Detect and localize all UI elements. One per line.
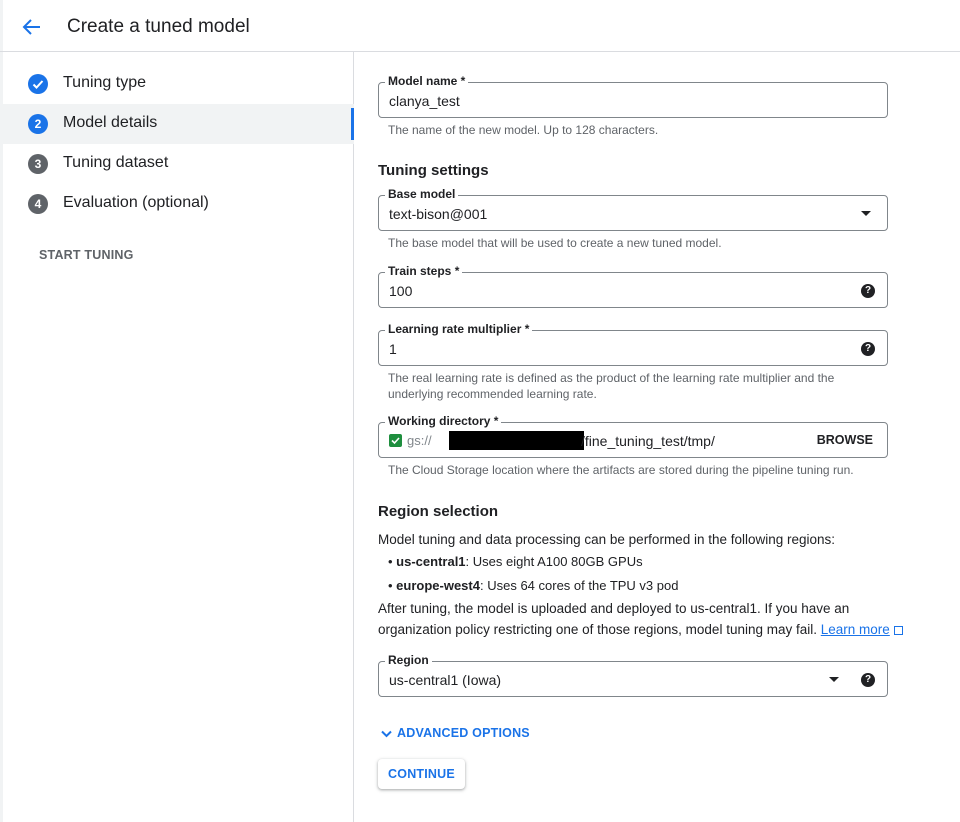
region-desc: : Uses eight A100 80GB GPUs	[465, 554, 643, 569]
field-label: Working directory *	[385, 414, 502, 428]
region-selection-heading: Region selection	[378, 503, 499, 520]
working-directory-field[interactable]: Working directory * gs:// /fine_tuning_t…	[378, 414, 888, 458]
step-number: 3	[28, 154, 48, 174]
learning-rate-value: 1	[389, 341, 397, 357]
start-tuning-button[interactable]: START TUNING	[39, 248, 134, 262]
region-bullet-us-central1: • us-central1: Uses eight A100 80GB GPUs	[388, 554, 643, 569]
region-name: us-central1	[396, 554, 466, 569]
step-label: Tuning dataset	[63, 154, 169, 171]
chevron-down-icon	[381, 730, 392, 738]
step-tuning-dataset[interactable]: 3 Tuning dataset	[0, 144, 354, 184]
region-select[interactable]: Region us-central1 (Iowa) ?	[378, 653, 888, 697]
region-value: us-central1 (Iowa)	[389, 672, 502, 688]
dropdown-arrow-icon[interactable]	[861, 211, 871, 216]
step-label: Evaluation (optional)	[63, 194, 209, 211]
page-title: Create a tuned model	[67, 16, 250, 37]
model-name-helper: The name of the new model. Up to 128 cha…	[388, 123, 659, 137]
step-model-details[interactable]: 2 Model details	[0, 104, 354, 144]
learn-more-link[interactable]: Learn more	[821, 622, 890, 637]
external-link-icon[interactable]	[893, 625, 903, 635]
advanced-options-label: ADVANCED OPTIONS	[397, 726, 530, 740]
region-note-line2-wrap: organization policy restricting one of t…	[378, 619, 903, 640]
base-model-helper: The base model that will be used to crea…	[388, 236, 722, 250]
field-label: Learning rate multiplier *	[385, 322, 533, 336]
region-name: europe-west4	[396, 578, 480, 593]
field-label: Region	[385, 653, 432, 667]
help-icon[interactable]: ?	[861, 673, 875, 687]
region-note-line2: organization policy restricting one of t…	[378, 622, 817, 637]
redacted-bucket-name	[449, 431, 584, 450]
region-desc: : Uses 64 cores of the TPU v3 pod	[479, 578, 679, 593]
base-model-select[interactable]: Base model text-bison@001	[378, 187, 888, 231]
help-icon[interactable]: ?	[861, 284, 875, 298]
region-intro: Model tuning and data processing can be …	[378, 532, 836, 547]
check-circle-icon	[28, 74, 48, 94]
help-icon[interactable]: ?	[861, 342, 875, 356]
working-directory-helper: The Cloud Storage location where the art…	[388, 463, 854, 477]
dropdown-arrow-icon[interactable]	[829, 677, 839, 682]
field-label: Model name *	[385, 74, 469, 88]
stepper-sidebar: Tuning type 2 Model details 3 Tuning dat…	[0, 52, 354, 822]
advanced-options-toggle[interactable]: ADVANCED OPTIONS	[380, 726, 530, 740]
step-number: 4	[28, 194, 48, 214]
step-tuning-type[interactable]: Tuning type	[0, 64, 354, 104]
step-label: Tuning type	[63, 74, 147, 91]
tuning-settings-heading: Tuning settings	[378, 162, 489, 179]
field-label: Train steps *	[385, 264, 463, 278]
field-label: Base model	[385, 187, 459, 201]
learning-rate-field[interactable]: Learning rate multiplier * 1 ?	[378, 322, 888, 366]
bucket-icon	[389, 434, 402, 447]
learning-rate-helper-line1: The real learning rate is defined as the…	[388, 371, 835, 385]
bucket-prefix: gs://	[407, 433, 432, 448]
learning-rate-helper-line2: underlying recommended learning rate.	[388, 387, 597, 401]
region-bullet-europe-west4: • europe-west4: Uses 64 cores of the TPU…	[388, 578, 679, 593]
region-note-line1: After tuning, the model is uploaded and …	[378, 601, 850, 616]
model-name-field[interactable]: Model name * clanya_test	[378, 74, 888, 118]
browse-button[interactable]: BROWSE	[817, 433, 873, 447]
page-header: Create a tuned model	[0, 0, 960, 52]
model-name-value: clanya_test	[389, 93, 460, 109]
model-details-form: Model name * clanya_test The name of the…	[354, 52, 960, 822]
continue-button[interactable]: CONTINUE	[378, 759, 465, 789]
step-evaluation[interactable]: 4 Evaluation (optional)	[0, 184, 354, 224]
train-steps-field[interactable]: Train steps * 100 ?	[378, 264, 888, 308]
back-arrow-icon[interactable]	[18, 14, 46, 40]
train-steps-value: 100	[389, 283, 413, 299]
step-number: 2	[28, 114, 48, 134]
base-model-value: text-bison@001	[389, 206, 488, 222]
bucket-path: /fine_tuning_test/tmp/	[581, 433, 715, 449]
step-label: Model details	[63, 114, 158, 131]
